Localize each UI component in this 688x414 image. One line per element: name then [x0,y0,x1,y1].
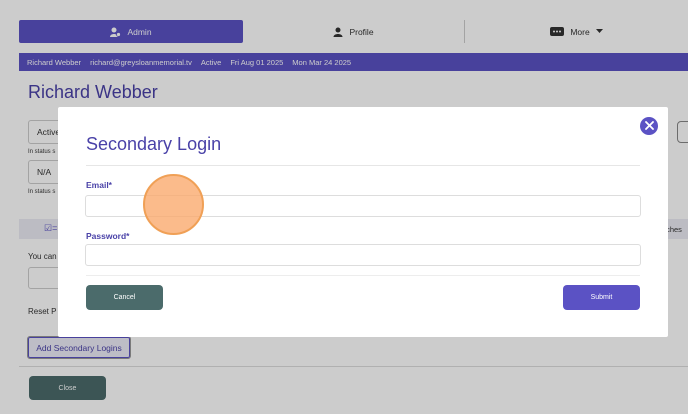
password-label: Password* [86,231,130,241]
modal-title-divider [86,165,640,166]
submit-button[interactable]: Submit [563,285,640,310]
cancel-button[interactable]: Cancel [86,285,163,310]
email-label: Email* [86,180,112,190]
click-indicator [143,174,204,235]
modal-footer-divider [86,275,640,276]
password-field[interactable] [85,244,641,266]
close-icon [644,117,654,135]
modal-title: Secondary Login [86,134,222,154]
close-modal-button[interactable] [640,117,658,135]
